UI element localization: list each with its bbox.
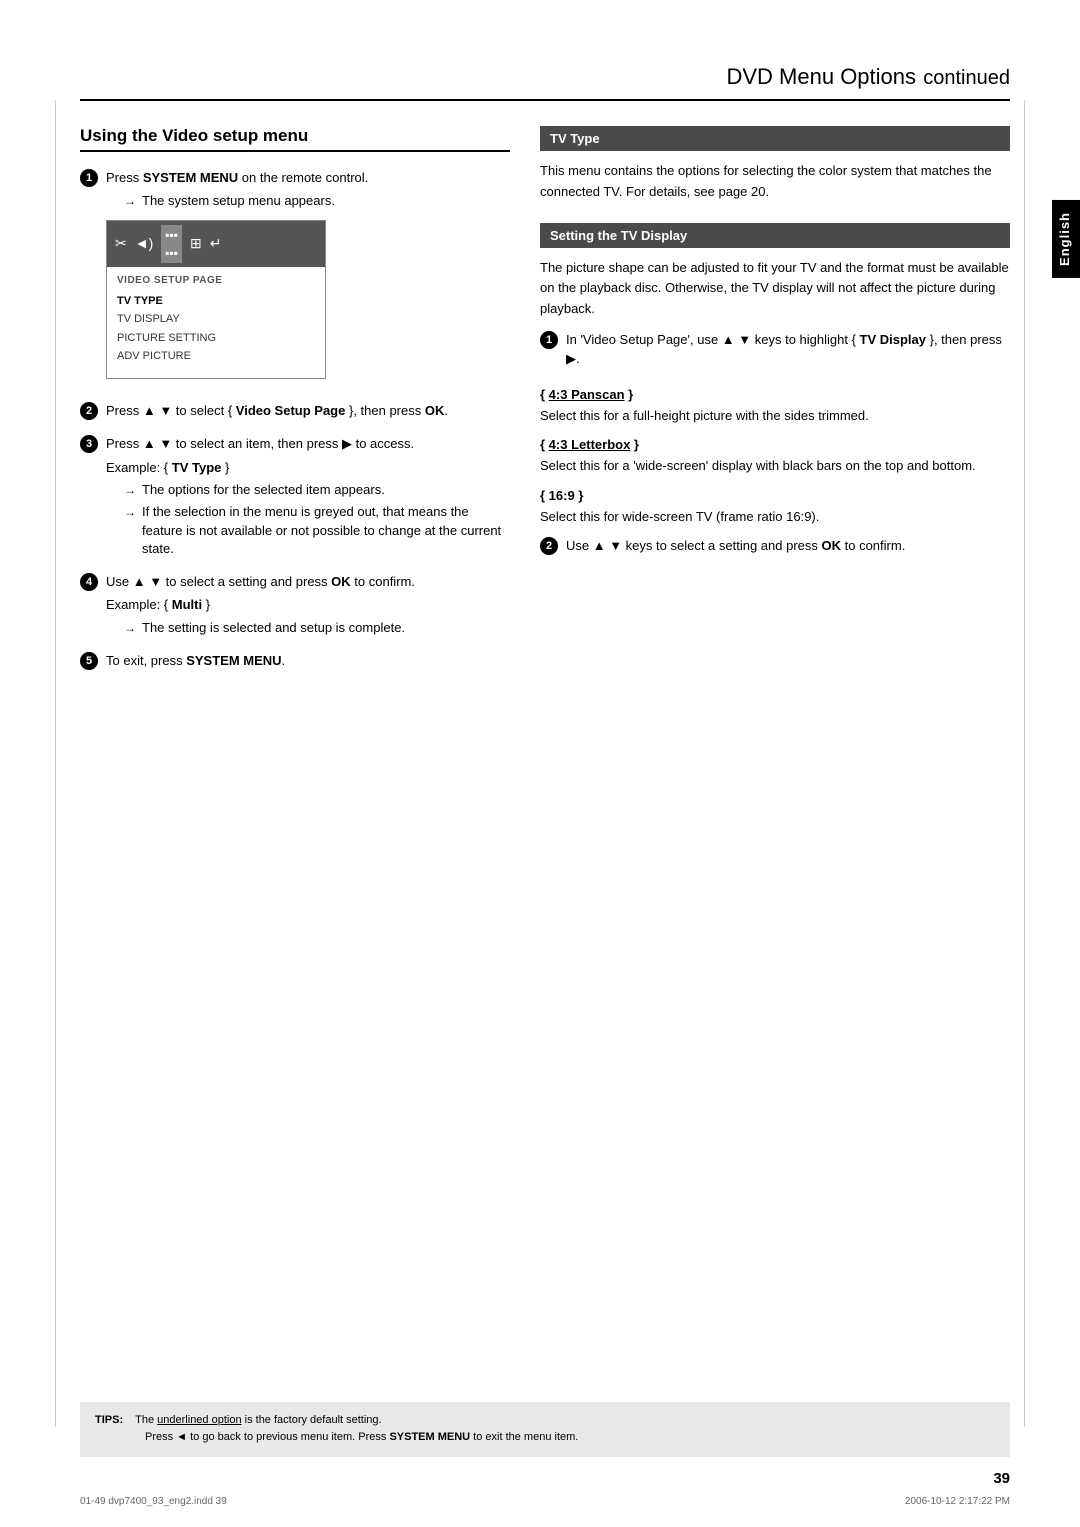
menu-screenshot-body: VIDEO SETUP PAGE TV TYPE TV DISPLAY PICT… — [107, 267, 325, 378]
right-step-1-number: 1 — [540, 331, 558, 349]
menu-screenshot-header: ✂ ◄) ▪▪▪▪▪▪ ⊞ ↵ — [107, 221, 325, 267]
option-letterbox-heading: { 4:3 Letterbox } — [540, 437, 1010, 452]
page-header: DVD Menu Options continued — [80, 60, 1010, 101]
option-panscan-heading: { 4:3 Panscan } — [540, 387, 1010, 402]
step-3-arrow-text-2: If the selection in the menu is greyed o… — [142, 503, 510, 558]
tv-type-header: TV Type — [540, 126, 1010, 151]
page-number: 39 — [993, 1470, 1010, 1487]
option-letterbox-text: Select this for a 'wide-screen' display … — [540, 456, 1010, 476]
arrow-bullet-4: → — [124, 619, 136, 637]
step-5-number: 5 — [80, 652, 98, 670]
step-4-arrow: → The setting is selected and setup is c… — [106, 619, 510, 637]
arrow-bullet: → — [124, 192, 136, 210]
right-step-2-content: Use ▲ ▼ keys to select a setting and pre… — [566, 536, 1010, 560]
tips-box: TIPS: The underlined option is the facto… — [80, 1402, 1010, 1457]
arrow-bullet-2: → — [124, 481, 136, 499]
step-4-arrow-text: The setting is selected and setup is com… — [142, 619, 405, 637]
step-3-arrow-1: → The options for the selected item appe… — [106, 481, 510, 499]
return-icon: ↵ — [210, 233, 222, 254]
step-2: 2 Press ▲ ▼ to select { Video Setup Page… — [80, 401, 510, 425]
right-step-1: 1 In 'Video Setup Page', use ▲ ▼ keys to… — [540, 330, 1010, 373]
left-column: Using the Video setup menu 1 Press SYSTE… — [80, 126, 510, 685]
tips-label: TIPS: — [95, 1414, 123, 1426]
option-169-text: Select this for wide-screen TV (frame ra… — [540, 507, 1010, 527]
right-step-1-content: In 'Video Setup Page', use ▲ ▼ keys to h… — [566, 330, 1010, 373]
setting-intro: The picture shape can be adjusted to fit… — [540, 258, 1010, 320]
step-2-number: 2 — [80, 402, 98, 420]
step-4-content: Use ▲ ▼ to select a setting and press OK… — [106, 572, 510, 641]
menu-grid-icon: ⊞ — [190, 233, 202, 254]
tv-type-text: This menu contains the options for selec… — [540, 161, 1010, 203]
footer-file-info: 01-49 dvp7400_93_eng2.indd 39 — [80, 1496, 227, 1507]
step-4-number: 4 — [80, 573, 98, 591]
menu-screenshot: ✂ ◄) ▪▪▪▪▪▪ ⊞ ↵ VIDEO SETUP PAGE TV TYPE… — [106, 220, 326, 379]
step-3-content: Press ▲ ▼ to select an item, then press … — [106, 434, 510, 562]
scissors-icon: ✂ — [115, 233, 127, 254]
option-169-heading: { 16:9 } — [540, 488, 1010, 503]
continued-label: continued — [923, 67, 1010, 89]
section-title: Using the Video setup menu — [80, 126, 510, 152]
tips-line-2: Press ◄ to go back to previous menu item… — [145, 1431, 578, 1443]
main-content: Using the Video setup menu 1 Press SYSTE… — [80, 126, 1010, 685]
menu-item-picture: PICTURE SETTING — [117, 329, 315, 348]
step-1: 1 Press SYSTEM MENU on the remote contro… — [80, 168, 510, 391]
right-step-2: 2 Use ▲ ▼ keys to select a setting and p… — [540, 536, 1010, 560]
menu-item-tvtype: TV TYPE — [117, 292, 315, 311]
menu-icons: ✂ ◄) ▪▪▪▪▪▪ ⊞ ↵ — [115, 225, 222, 263]
audio-icon: ◄) — [135, 233, 154, 254]
step-3-arrow-2: → If the selection in the menu is greyed… — [106, 503, 510, 558]
option-panscan-text: Select this for a full-height picture wi… — [540, 406, 1010, 426]
page-title: DVD Menu Options continued — [80, 60, 1010, 91]
step-1-content: Press SYSTEM MENU on the remote control.… — [106, 168, 510, 391]
right-column: TV Type This menu contains the options f… — [540, 126, 1010, 685]
step-1-arrow: → The system setup menu appears. — [106, 192, 510, 210]
setting-tv-display-header: Setting the TV Display — [540, 223, 1010, 248]
arrow-bullet-3: → — [124, 503, 136, 521]
menu-item-tvdisplay: TV DISPLAY — [117, 310, 315, 329]
menu-item-adv: ADV PICTURE — [117, 347, 315, 366]
video-icon-active: ▪▪▪▪▪▪ — [161, 225, 182, 263]
step-4: 4 Use ▲ ▼ to select a setting and press … — [80, 572, 510, 641]
step-3: 3 Press ▲ ▼ to select an item, then pres… — [80, 434, 510, 562]
step-5-content: To exit, press SYSTEM MENU. — [106, 651, 510, 675]
step-3-arrow-text-1: The options for the selected item appear… — [142, 481, 385, 499]
tips-line-1: The underlined option is the factory def… — [135, 1414, 381, 1426]
step-5: 5 To exit, press SYSTEM MENU. — [80, 651, 510, 675]
step-2-content: Press ▲ ▼ to select { Video Setup Page }… — [106, 401, 510, 425]
footer-date: 2006-10-12 2:17:22 PM — [905, 1496, 1010, 1507]
step-1-number: 1 — [80, 169, 98, 187]
right-step-2-number: 2 — [540, 537, 558, 555]
step-3-number: 3 — [80, 435, 98, 453]
menu-label: VIDEO SETUP PAGE — [117, 273, 315, 288]
step-1-arrow-text: The system setup menu appears. — [142, 192, 335, 210]
